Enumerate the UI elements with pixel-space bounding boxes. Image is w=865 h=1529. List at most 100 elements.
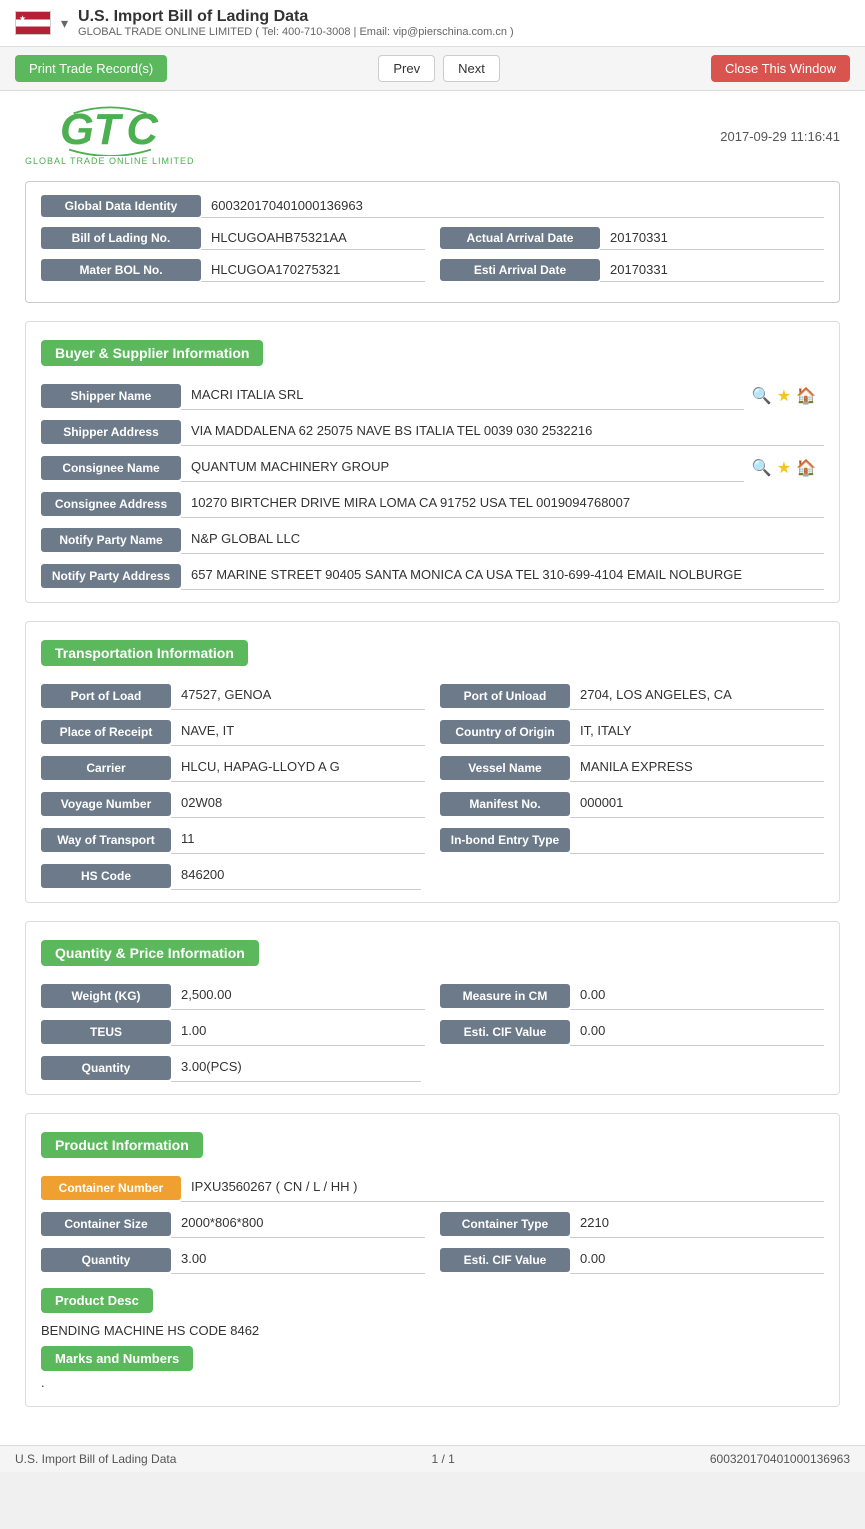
buyer-supplier-header: Buyer & Supplier Information bbox=[41, 332, 824, 374]
product-info-card: Product Information Container Number IPX… bbox=[25, 1113, 840, 1407]
carrier-label: Carrier bbox=[41, 756, 171, 780]
weight-measure-row: Weight (KG) 2,500.00 Measure in CM 0.00 bbox=[41, 982, 824, 1010]
shipper-name-value: MACRI ITALIA SRL bbox=[181, 382, 744, 410]
home-icon[interactable]: 🏠 bbox=[796, 386, 816, 406]
transport-entry-row: Way of Transport 11 In-bond Entry Type bbox=[41, 826, 824, 854]
actual-arrival-label: Actual Arrival Date bbox=[440, 227, 600, 249]
print-button[interactable]: Print Trade Record(s) bbox=[15, 55, 167, 82]
notify-party-row: Notify Party Name N&P GLOBAL LLC bbox=[41, 526, 824, 554]
consignee-address-value: 10270 BIRTCHER DRIVE MIRA LOMA CA 91752 … bbox=[181, 490, 824, 518]
in-bond-col: In-bond Entry Type bbox=[440, 826, 824, 854]
global-data-identity-value: 600320170401000136963 bbox=[201, 194, 824, 218]
global-data-row: Global Data Identity 6003201704010001369… bbox=[41, 194, 824, 218]
shipper-name-icons: 🔍 ★ 🏠 bbox=[744, 386, 824, 406]
container-size-value: 2000*806*800 bbox=[171, 1210, 425, 1238]
esti-cif-label: Esti. CIF Value bbox=[440, 1020, 570, 1044]
product-desc-button[interactable]: Product Desc bbox=[41, 1288, 153, 1313]
footer-right: 600320170401000136963 bbox=[710, 1452, 850, 1466]
quantity-price-card: Quantity & Price Information Weight (KG)… bbox=[25, 921, 840, 1095]
container-size-label: Container Size bbox=[41, 1212, 171, 1236]
page-footer: U.S. Import Bill of Lading Data 1 / 1 60… bbox=[0, 1445, 865, 1472]
shipper-address-label: Shipper Address bbox=[41, 420, 181, 444]
logo-svg: G T C bbox=[50, 106, 170, 156]
place-receipt-col: Place of Receipt NAVE, IT bbox=[41, 718, 425, 746]
header-title: U.S. Import Bill of Lading Data bbox=[78, 8, 850, 26]
country-of-origin-value: IT, ITALY bbox=[570, 718, 824, 746]
logo-area: G T C GLOBAL TRADE ONLINE LIMITED 2017-0… bbox=[25, 106, 840, 166]
top-header: ▾ U.S. Import Bill of Lading Data GLOBAL… bbox=[0, 0, 865, 47]
notify-party-value: N&P GLOBAL LLC bbox=[181, 526, 824, 554]
esti-arrival-value: 20170331 bbox=[600, 258, 824, 282]
country-origin-col: Country of Origin IT, ITALY bbox=[440, 718, 824, 746]
product-cif-col: Esti. CIF Value 0.00 bbox=[440, 1246, 824, 1274]
shipper-name-label: Shipper Name bbox=[41, 384, 181, 408]
next-button[interactable]: Next bbox=[443, 55, 500, 82]
port-of-load-value: 47527, GENOA bbox=[171, 682, 425, 710]
consignee-name-label: Consignee Name bbox=[41, 456, 181, 480]
measure-cm-label: Measure in CM bbox=[440, 984, 570, 1008]
container-type-value: 2210 bbox=[570, 1210, 824, 1238]
product-qty-col: Quantity 3.00 bbox=[41, 1246, 425, 1274]
logo-container: G T C GLOBAL TRADE ONLINE LIMITED bbox=[25, 106, 195, 166]
hs-code-row: HS Code 846200 bbox=[41, 862, 824, 890]
notify-address-label: Notify Party Address bbox=[41, 564, 181, 588]
carrier-vessel-row: Carrier HLCU, HAPAG-LLOYD A G Vessel Nam… bbox=[41, 754, 824, 782]
place-country-row: Place of Receipt NAVE, IT Country of Ori… bbox=[41, 718, 824, 746]
svg-text:T: T bbox=[93, 106, 123, 154]
vessel-col: Vessel Name MANILA EXPRESS bbox=[440, 754, 824, 782]
product-qty-cif-row: Quantity 3.00 Esti. CIF Value 0.00 bbox=[41, 1246, 824, 1274]
country-of-origin-label: Country of Origin bbox=[440, 720, 570, 744]
dropdown-arrow[interactable]: ▾ bbox=[61, 15, 68, 32]
global-data-identity-label: Global Data Identity bbox=[41, 195, 201, 217]
prev-button[interactable]: Prev bbox=[378, 55, 435, 82]
place-of-receipt-label: Place of Receipt bbox=[41, 720, 171, 744]
close-button[interactable]: Close This Window bbox=[711, 55, 850, 82]
footer-left: U.S. Import Bill of Lading Data bbox=[15, 1452, 176, 1466]
marks-value: . bbox=[41, 1371, 824, 1394]
carrier-value: HLCU, HAPAG-LLOYD A G bbox=[171, 754, 425, 782]
marks-and-numbers-button[interactable]: Marks and Numbers bbox=[41, 1346, 193, 1371]
voyage-manifest-row: Voyage Number 02W08 Manifest No. 000001 bbox=[41, 790, 824, 818]
transportation-inner: Transportation Information Port of Load … bbox=[26, 622, 839, 902]
esti-cif-col: Esti. CIF Value 0.00 bbox=[440, 1018, 824, 1046]
master-bol-label: Mater BOL No. bbox=[41, 259, 201, 281]
teus-value: 1.00 bbox=[171, 1018, 425, 1046]
carrier-col: Carrier HLCU, HAPAG-LLOYD A G bbox=[41, 754, 425, 782]
way-of-transport-value: 11 bbox=[171, 826, 425, 854]
shipper-address-row: Shipper Address VIA MADDALENA 62 25075 N… bbox=[41, 418, 824, 446]
star-icon[interactable]: ★ bbox=[777, 386, 791, 406]
port-of-load-label: Port of Load bbox=[41, 684, 171, 708]
product-quantity-value: 3.00 bbox=[171, 1246, 425, 1274]
search-icon-2[interactable]: 🔍 bbox=[752, 458, 772, 478]
quantity-price-inner: Quantity & Price Information Weight (KG)… bbox=[26, 922, 839, 1094]
hs-code-label: HS Code bbox=[41, 864, 171, 888]
transportation-card: Transportation Information Port of Load … bbox=[25, 621, 840, 903]
way-of-transport-label: Way of Transport bbox=[41, 828, 171, 852]
weight-kg-label: Weight (KG) bbox=[41, 984, 171, 1008]
quantity-label: Quantity bbox=[41, 1056, 171, 1080]
notify-address-value: 657 MARINE STREET 90405 SANTA MONICA CA … bbox=[181, 562, 824, 590]
actual-arrival-value: 20170331 bbox=[600, 226, 824, 250]
star-icon-2[interactable]: ★ bbox=[777, 458, 791, 478]
logo-subtext: GLOBAL TRADE ONLINE LIMITED bbox=[25, 156, 195, 166]
port-load-col: Port of Load 47527, GENOA bbox=[41, 682, 425, 710]
weight-kg-value: 2,500.00 bbox=[171, 982, 425, 1010]
weight-col: Weight (KG) 2,500.00 bbox=[41, 982, 425, 1010]
shipper-name-row: Shipper Name MACRI ITALIA SRL 🔍 ★ 🏠 bbox=[41, 382, 824, 410]
esti-cif-value: 0.00 bbox=[570, 1018, 824, 1046]
consignee-name-row: Consignee Name QUANTUM MACHINERY GROUP 🔍… bbox=[41, 454, 824, 482]
home-icon-2[interactable]: 🏠 bbox=[796, 458, 816, 478]
port-unload-col: Port of Unload 2704, LOS ANGELES, CA bbox=[440, 682, 824, 710]
quantity-price-title: Quantity & Price Information bbox=[41, 940, 259, 966]
voyage-number-label: Voyage Number bbox=[41, 792, 171, 816]
header-title-wrap: U.S. Import Bill of Lading Data GLOBAL T… bbox=[78, 8, 850, 38]
search-icon[interactable]: 🔍 bbox=[752, 386, 772, 406]
quantity-price-header: Quantity & Price Information bbox=[41, 932, 824, 974]
product-quantity-label: Quantity bbox=[41, 1248, 171, 1272]
buyer-supplier-inner: Buyer & Supplier Information Shipper Nam… bbox=[26, 322, 839, 602]
svg-text:C: C bbox=[126, 106, 159, 154]
bill-of-lading-row: Bill of Lading No. HLCUGOAHB75321AA Actu… bbox=[41, 226, 824, 250]
bill-of-lading-label: Bill of Lading No. bbox=[41, 227, 201, 249]
place-of-receipt-value: NAVE, IT bbox=[171, 718, 425, 746]
consignee-name-icons: 🔍 ★ 🏠 bbox=[744, 458, 824, 478]
